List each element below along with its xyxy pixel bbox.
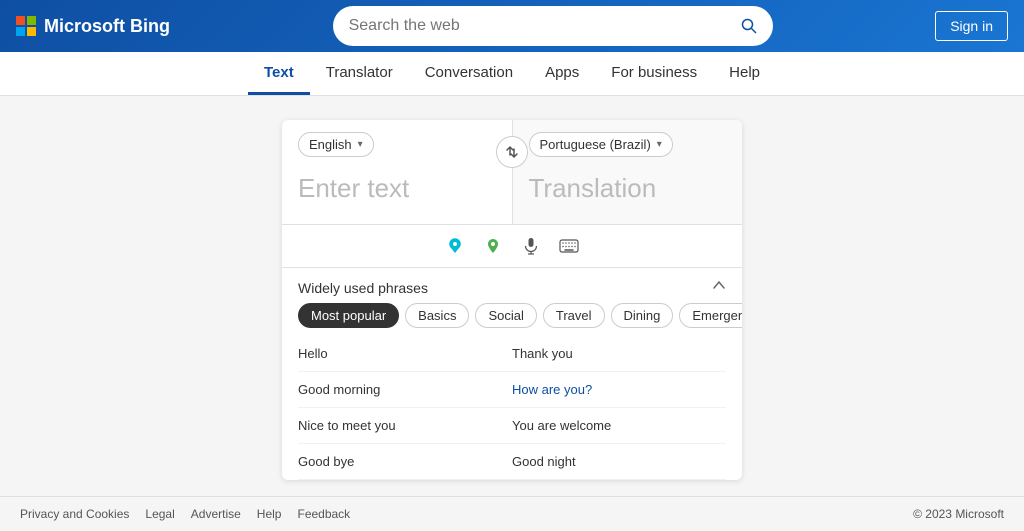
footer-link-advertise[interactable]: Advertise bbox=[191, 507, 241, 521]
source-lang-chevron-icon: ▾ bbox=[358, 139, 363, 150]
target-lang-selector[interactable]: Portuguese (Brazil) ▾ bbox=[529, 132, 673, 157]
phrase-nice-to-meet-you[interactable]: Nice to meet you bbox=[298, 408, 512, 444]
header: Microsoft Bing Sign in bbox=[0, 0, 1024, 52]
chips-row: Most popular Basics Social Travel Dining… bbox=[282, 303, 742, 336]
nav-item-help[interactable]: Help bbox=[713, 52, 776, 95]
phrases-section: Widely used phrases Most popular Basics … bbox=[282, 268, 742, 480]
phrase-good-night[interactable]: Good night bbox=[512, 444, 726, 480]
target-panel: Portuguese (Brazil) ▾ Translation bbox=[513, 120, 743, 224]
mic-icon bbox=[522, 237, 540, 255]
target-lang-chevron-icon: ▾ bbox=[657, 139, 662, 150]
chip-social[interactable]: Social bbox=[475, 303, 536, 328]
phrase-hello[interactable]: Hello bbox=[298, 336, 512, 372]
phrase-you-are-welcome[interactable]: You are welcome bbox=[512, 408, 726, 444]
source-panel: English ▾ Enter text bbox=[282, 120, 513, 224]
nav-item-for-business[interactable]: For business bbox=[595, 52, 713, 95]
collapse-phrases-button[interactable] bbox=[712, 278, 726, 297]
search-input[interactable] bbox=[349, 17, 733, 35]
logo-text: Microsoft Bing bbox=[44, 16, 170, 37]
translation-panels: English ▾ Enter text Portuguese (Brazil) bbox=[282, 120, 742, 225]
keyboard-icon bbox=[559, 239, 579, 253]
chip-most-popular[interactable]: Most popular bbox=[298, 303, 399, 328]
location-pin-2-button[interactable] bbox=[478, 231, 508, 261]
translation-placeholder: Translation bbox=[529, 165, 727, 212]
icons-row bbox=[282, 225, 742, 268]
phrases-grid: Hello Thank you Good morning How are you… bbox=[282, 336, 742, 480]
chip-emergency[interactable]: Emergency bbox=[679, 303, 742, 328]
footer-link-privacy[interactable]: Privacy and Cookies bbox=[20, 507, 129, 521]
footer-copyright: © 2023 Microsoft bbox=[913, 507, 1004, 521]
phrase-good-bye[interactable]: Good bye bbox=[298, 444, 512, 480]
target-lang-label: Portuguese (Brazil) bbox=[540, 137, 651, 152]
search-icon bbox=[741, 18, 757, 34]
source-lang-selector[interactable]: English ▾ bbox=[298, 132, 374, 157]
nav-item-translator[interactable]: Translator bbox=[310, 52, 409, 95]
translation-panels-wrapper: English ▾ Enter text Portuguese (Brazil) bbox=[282, 120, 742, 225]
phrase-thank-you[interactable]: Thank you bbox=[512, 336, 726, 372]
nav: Text Translator Conversation Apps For bu… bbox=[0, 52, 1024, 96]
phrases-title: Widely used phrases bbox=[298, 280, 428, 296]
footer-link-help[interactable]: Help bbox=[257, 507, 282, 521]
translator-card: English ▾ Enter text Portuguese (Brazil) bbox=[282, 120, 742, 480]
nav-item-text[interactable]: Text bbox=[248, 52, 310, 95]
search-bar-container bbox=[182, 6, 923, 46]
search-button[interactable] bbox=[741, 18, 757, 34]
footer-links: Privacy and Cookies Legal Advertise Help… bbox=[20, 507, 350, 521]
nav-item-conversation[interactable]: Conversation bbox=[409, 52, 529, 95]
source-lang-label: English bbox=[309, 137, 352, 152]
enter-text-placeholder[interactable]: Enter text bbox=[298, 165, 496, 212]
microsoft-logo-icon bbox=[16, 16, 36, 36]
chip-basics[interactable]: Basics bbox=[405, 303, 469, 328]
mic-button[interactable] bbox=[516, 231, 546, 261]
sign-in-button[interactable]: Sign in bbox=[935, 11, 1008, 41]
search-bar bbox=[333, 6, 773, 46]
chip-dining[interactable]: Dining bbox=[611, 303, 674, 328]
phrases-header: Widely used phrases bbox=[282, 268, 742, 303]
chip-travel[interactable]: Travel bbox=[543, 303, 605, 328]
keyboard-button[interactable] bbox=[554, 231, 584, 261]
logo-area: Microsoft Bing bbox=[16, 16, 170, 37]
main-content: English ▾ Enter text Portuguese (Brazil) bbox=[0, 96, 1024, 496]
location-pin-2-icon bbox=[484, 237, 502, 255]
phrase-good-morning[interactable]: Good morning bbox=[298, 372, 512, 408]
footer-link-feedback[interactable]: Feedback bbox=[297, 507, 350, 521]
location-pin-1-button[interactable] bbox=[440, 231, 470, 261]
swap-icon bbox=[504, 144, 520, 160]
chevron-up-icon bbox=[712, 278, 726, 292]
footer-link-legal[interactable]: Legal bbox=[145, 507, 174, 521]
location-pin-1-icon bbox=[446, 237, 464, 255]
phrase-how-are-you[interactable]: How are you? bbox=[512, 372, 726, 408]
swap-languages-button[interactable] bbox=[496, 136, 528, 168]
nav-item-apps[interactable]: Apps bbox=[529, 52, 595, 95]
footer: Privacy and Cookies Legal Advertise Help… bbox=[0, 496, 1024, 531]
